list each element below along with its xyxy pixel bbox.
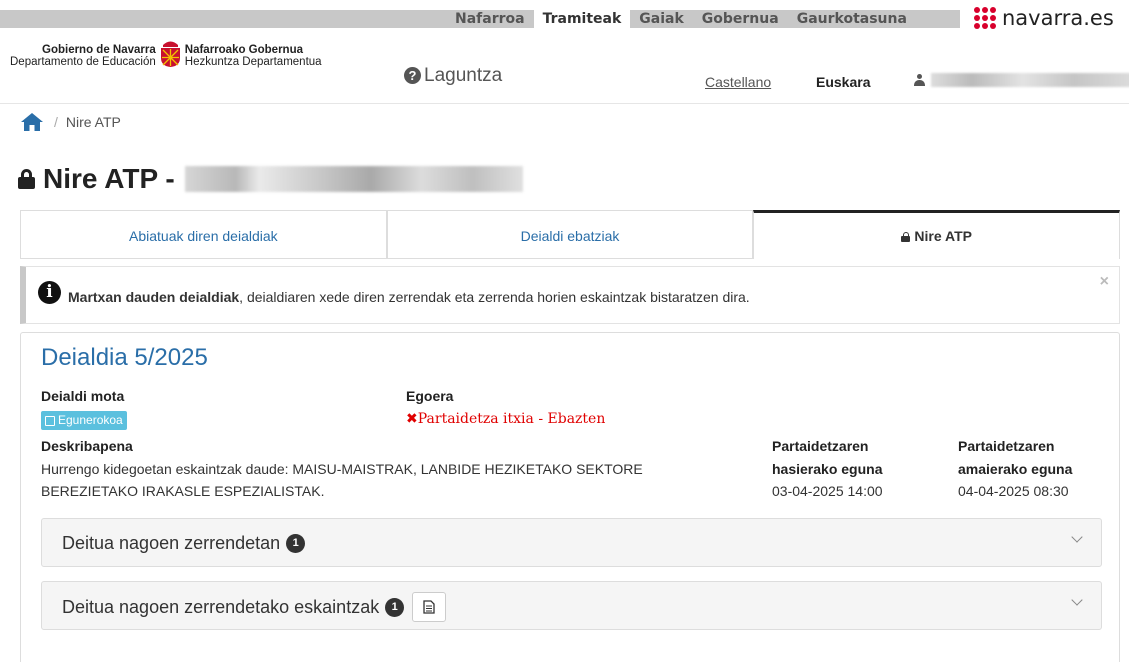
alert-bold: Martxan dauden deialdiak (68, 289, 240, 305)
lang-euskara: Euskara (816, 74, 871, 90)
call-type-value: Egunerokoa (58, 413, 123, 427)
alert-text: , deialdiaren xede diren zerrendak eta z… (239, 289, 750, 305)
breadcrumb-current: Nire ATP (65, 114, 121, 130)
user-name-redacted (931, 73, 1129, 87)
topnav-gobernua[interactable]: Gobernua (693, 10, 788, 28)
panel-offers-label: Deitua nagoen zerrendetako eskaintzak (62, 596, 380, 617)
page-title-text: Nire ATP - (43, 163, 175, 194)
tab-nire-atp-label: Nire ATP (914, 228, 972, 244)
call-type-label: Deialdi mota (41, 388, 125, 404)
end-date-label-1: Partaidetzaren (958, 438, 1055, 454)
org-right: Nafarroako Gobernua Hezkuntza Departamen… (185, 44, 322, 68)
alert-message: Martxan dauden deialdiak, deialdiaren xe… (68, 289, 750, 305)
call-type-badge: Egunerokoa (41, 411, 127, 430)
info-alert: i Martxan dauden deialdiak, deialdiaren … (20, 266, 1120, 324)
lang-castellano-link[interactable]: Castellano (705, 74, 771, 90)
navarra-dots-icon (974, 7, 998, 29)
start-date-value: 03-04-2025 14:00 (772, 483, 883, 499)
top-nav: Nafarroa Tramiteak Gaiak Gobernua Gaurko… (446, 10, 916, 28)
times-icon: ✖ (406, 411, 418, 427)
help-label: Laguntza (424, 65, 503, 86)
breadcrumb-separator: / (54, 114, 58, 130)
chevron-down-icon[interactable] (1071, 594, 1083, 606)
page-title-redacted (184, 166, 523, 192)
user-menu[interactable] (914, 73, 1129, 87)
question-circle-icon: ? (404, 67, 421, 84)
lock-icon (901, 232, 911, 242)
navarra-es-text: navarra.es (1002, 6, 1114, 30)
navarra-es-logo[interactable]: navarra.es (974, 6, 1114, 30)
document-button[interactable] (412, 592, 447, 622)
panel-lists[interactable]: Deitua nagoen zerrendetan 1 (41, 518, 1102, 567)
start-date-label-2: hasierako eguna (772, 461, 883, 477)
topnav-gaiak[interactable]: Gaiak (630, 10, 693, 28)
org-left-title: Gobierno de Navarra (42, 44, 156, 56)
status-value: ✖Partaidetza itxia - Ebazten (406, 411, 605, 427)
start-date-label-1: Partaidetzaren (772, 438, 869, 454)
org-logo[interactable]: Gobierno de Navarra Departamento de Educ… (10, 41, 322, 68)
navarra-shield-icon (160, 41, 180, 67)
description-line-2: BEREZIETAKO IRAKASLE ESPEZIALISTAK. (41, 483, 325, 499)
status-text: Partaidetza itxia - Ebazten (417, 411, 606, 427)
help-link[interactable]: ? Laguntza (404, 65, 502, 87)
panel-lists-count: 1 (286, 534, 306, 553)
org-left: Gobierno de Navarra Departamento de Educ… (10, 44, 156, 68)
end-date-label-2: amaierako eguna (958, 461, 1073, 477)
status-label: Egoera (406, 388, 454, 404)
tab-ebatziak[interactable]: Deialdi ebatziak (386, 210, 754, 259)
description-line-1: Hurrengo kidegoetan eskaintzak daude: MA… (41, 461, 643, 477)
panel-offers[interactable]: Deitua nagoen zerrendetako eskaintzak 1 (41, 581, 1102, 630)
tab-nire-atp[interactable]: Nire ATP (753, 210, 1121, 259)
site-header: Gobierno de Navarra Departamento de Educ… (0, 32, 1129, 104)
org-left-dept: Departamento de Educación (10, 56, 156, 68)
panel-offers-count: 1 (385, 597, 405, 617)
call-title: Deialdia 5/2025 (41, 344, 208, 371)
end-date-value: 04-04-2025 08:30 (958, 483, 1069, 499)
close-icon[interactable]: × (1100, 273, 1109, 291)
topnav-tramiteak[interactable]: Tramiteak (533, 10, 631, 28)
tab-abiatuak[interactable]: Abiatuak diren deialdiak (20, 210, 387, 259)
page-title: Nire ATP - (18, 163, 523, 195)
top-bar: Nafarroa Tramiteak Gaiak Gobernua Gaurko… (0, 0, 1129, 32)
tab-bar: Abiatuak diren deialdiak Deialdi ebatzia… (20, 210, 1121, 259)
org-right-title: Nafarroako Gobernua (184, 44, 303, 56)
topnav-gaurkotasuna[interactable]: Gaurkotasuna (788, 10, 916, 28)
home-icon[interactable] (20, 112, 44, 132)
panel-offers-title: Deitua nagoen zerrendetako eskaintzak 1 (62, 592, 447, 622)
panel-lists-title: Deitua nagoen zerrendetan 1 (62, 533, 306, 554)
calendar-check-icon (45, 415, 55, 426)
panel-lists-label: Deitua nagoen zerrendetan (62, 533, 281, 553)
description-label: Deskribapena (41, 438, 133, 454)
chevron-down-icon[interactable] (1071, 531, 1083, 543)
org-right-dept: Hezkuntza Departamentua (184, 56, 322, 68)
user-icon (914, 73, 925, 87)
breadcrumb: / Nire ATP (20, 112, 121, 132)
call-card: Deialdia 5/2025 Deialdi mota Egunerokoa … (20, 332, 1120, 662)
lock-icon (18, 169, 35, 189)
info-circle-icon: i (38, 281, 61, 304)
topnav-nafarroa[interactable]: Nafarroa (446, 10, 534, 28)
file-text-icon (423, 600, 435, 614)
